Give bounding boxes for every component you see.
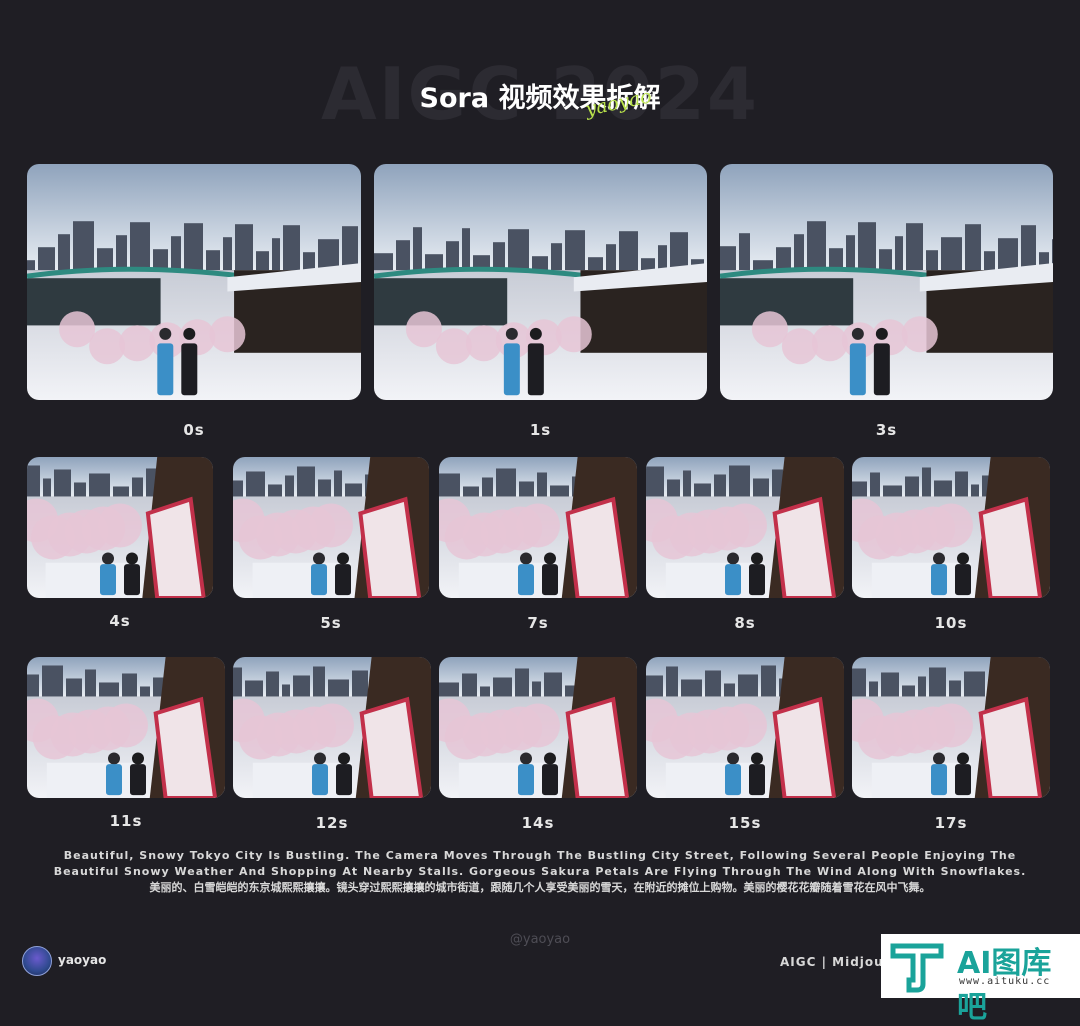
brand-logo[interactable]: AI图库吧 www.aituku.cc xyxy=(881,934,1080,1025)
video-frame xyxy=(646,457,844,598)
frame-time-label: 0s xyxy=(183,421,205,439)
frame-scene-6 xyxy=(646,457,844,598)
frame-scene-4 xyxy=(233,457,429,598)
frame-time-label: 12s xyxy=(315,814,349,832)
frame-scene-1 xyxy=(374,164,707,400)
frame-time-label: 4s xyxy=(109,612,131,630)
frame-time-label: 11s xyxy=(109,812,143,830)
video-frame xyxy=(27,457,213,598)
author-name: yaoyao xyxy=(58,953,107,967)
frame-scene-10 xyxy=(439,657,637,798)
page-title: Sora 视频效果拆解 xyxy=(419,83,661,114)
brand-mark-icon xyxy=(890,943,944,993)
video-frame xyxy=(27,164,361,400)
frame-time-label: 14s xyxy=(521,814,555,832)
video-frame xyxy=(27,657,225,798)
video-frame xyxy=(720,164,1053,400)
caption-zh: 美丽的、白雪皑皑的东京城熙熙攘攘。镜头穿过熙熙攘攘的城市街道，跟随几个人享受美丽… xyxy=(149,881,931,894)
frame-time-label: 3s xyxy=(875,421,898,439)
frame-scene-8 xyxy=(27,657,225,798)
video-frame xyxy=(374,164,707,400)
frame-scene-12 xyxy=(852,657,1050,798)
frame-time-label: 7s xyxy=(527,614,549,632)
frame-scene-7 xyxy=(852,457,1050,598)
video-frame xyxy=(439,657,637,798)
frame-scene-0 xyxy=(27,164,361,400)
avatar xyxy=(22,946,52,976)
frame-scene-11 xyxy=(646,657,844,798)
video-frame xyxy=(852,657,1050,798)
caption-en-line2: Beautiful Snowy Weather And Shopping At … xyxy=(53,865,1027,878)
frame-time-label: 15s xyxy=(728,814,762,832)
frame-time-label: 5s xyxy=(320,614,342,632)
frame-scene-2 xyxy=(720,164,1053,400)
video-frame xyxy=(852,457,1050,598)
frame-scene-5 xyxy=(439,457,637,598)
frame-time-label: 10s xyxy=(934,614,968,632)
video-frame xyxy=(233,457,429,598)
caption-en-line1: Beautiful, Snowy Tokyo City Is Bustling.… xyxy=(63,849,1017,862)
video-frame xyxy=(439,457,637,598)
frame-scene-3 xyxy=(27,457,213,598)
video-frame xyxy=(646,657,844,798)
frame-time-label: 17s xyxy=(934,814,968,832)
brand-url: www.aituku.cc xyxy=(959,976,1051,987)
frame-time-label: 1s xyxy=(529,421,552,439)
frame-scene-9 xyxy=(233,657,431,798)
frame-time-label: 8s xyxy=(734,614,756,632)
video-frame xyxy=(233,657,431,798)
